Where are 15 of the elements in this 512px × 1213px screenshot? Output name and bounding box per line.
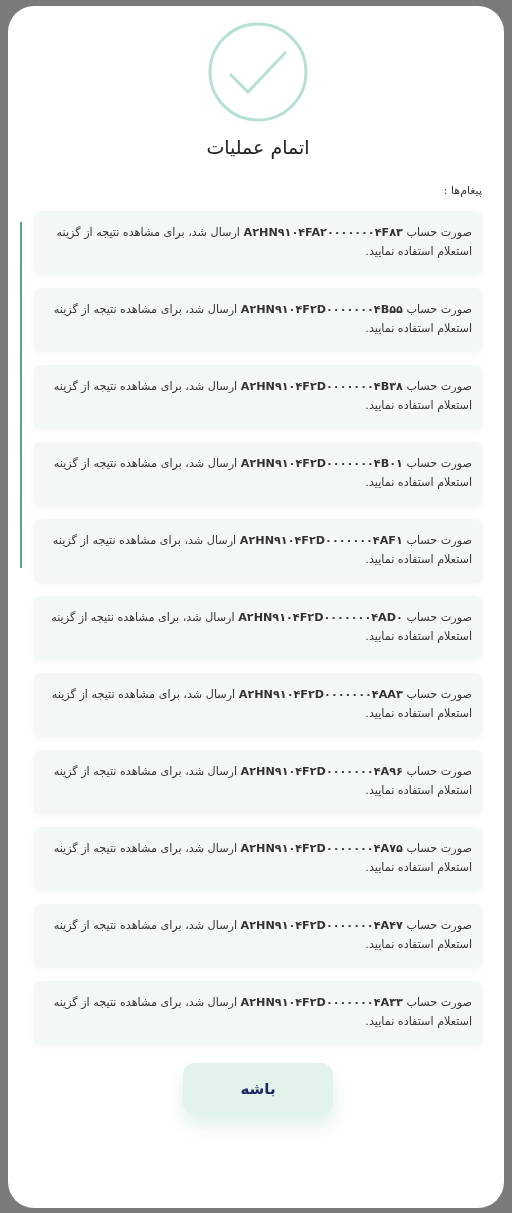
dialog-title: اتمام عملیات [206,136,310,158]
message-card: صورت حساب A۲HN۹۱۰۴F۲D۰۰۰۰۰۰۰۴A۳۳ ارسال شد، برای مشاهده نتیجه از گزینه استعلام استفاده نمایید. [34,981,482,1045]
message-card: صورت حساب A۲HN۹۱۰۴F۲D۰۰۰۰۰۰۰۴B۰۱ ارسال شد، برای مشاهده نتیجه از گزینه استعلام استفاده نمایید. [34,442,482,506]
message-card: صورت حساب A۲HN۹۱۰۴F۲D۰۰۰۰۰۰۰۴B۳۸ ارسال شد، برای مشاهده نتیجه از گزینه استعلام استفاده نمایید. [34,365,482,429]
ok-button[interactable]: باشه [183,1063,333,1115]
message-card: صورت حساب A۲HN۹۱۰۴FA۲۰۰۰۰۰۰۰۴F۸۳ ارسال شد، برای مشاهده نتیجه از گزینه استعلام استفاده نمایید. [34,211,482,275]
message-card: صورت حساب A۲HN۹۱۰۴F۲D۰۰۰۰۰۰۰۴B۵۵ ارسال شد، برای مشاهده نتیجه از گزینه استعلام استفاده نمایید. [34,288,482,352]
message-card: صورت حساب A۲HN۹۱۰۴F۲D۰۰۰۰۰۰۰۴AF۱ ارسال شد، برای مشاهده نتیجه از گزینه استعلام استفاده نمایید. [34,519,482,583]
check-circle-icon [208,22,308,122]
message-card: صورت حساب A۲HN۹۱۰۴F۲D۰۰۰۰۰۰۰۴AA۳ ارسال شد، برای مشاهده نتیجه از گزینه استعلام استفاده نمایید. [34,673,482,737]
message-card: صورت حساب A۲HN۹۱۰۴F۲D۰۰۰۰۰۰۰۴A۷۵ ارسال شد، برای مشاهده نتیجه از گزینه استعلام استفاده نمایید. [34,827,482,891]
messages-label: پیغام‌ها : [443,184,482,197]
message-card: صورت حساب A۲HN۹۱۰۴F۲D۰۰۰۰۰۰۰۴AD۰ ارسال شد، برای مشاهده نتیجه از گزینه استعلام استفاده نمایید. [34,596,482,660]
message-card: صورت حساب A۲HN۹۱۰۴F۲D۰۰۰۰۰۰۰۴A۹۶ ارسال شد، برای مشاهده نتیجه از گزینه استعلام استفاده نمایید. [34,750,482,814]
message-card: صورت حساب A۲HN۹۱۰۴F۲D۰۰۰۰۰۰۰۴A۴۷ ارسال شد، برای مشاهده نتیجه از گزینه استعلام استفاده نمایید. [34,904,482,968]
